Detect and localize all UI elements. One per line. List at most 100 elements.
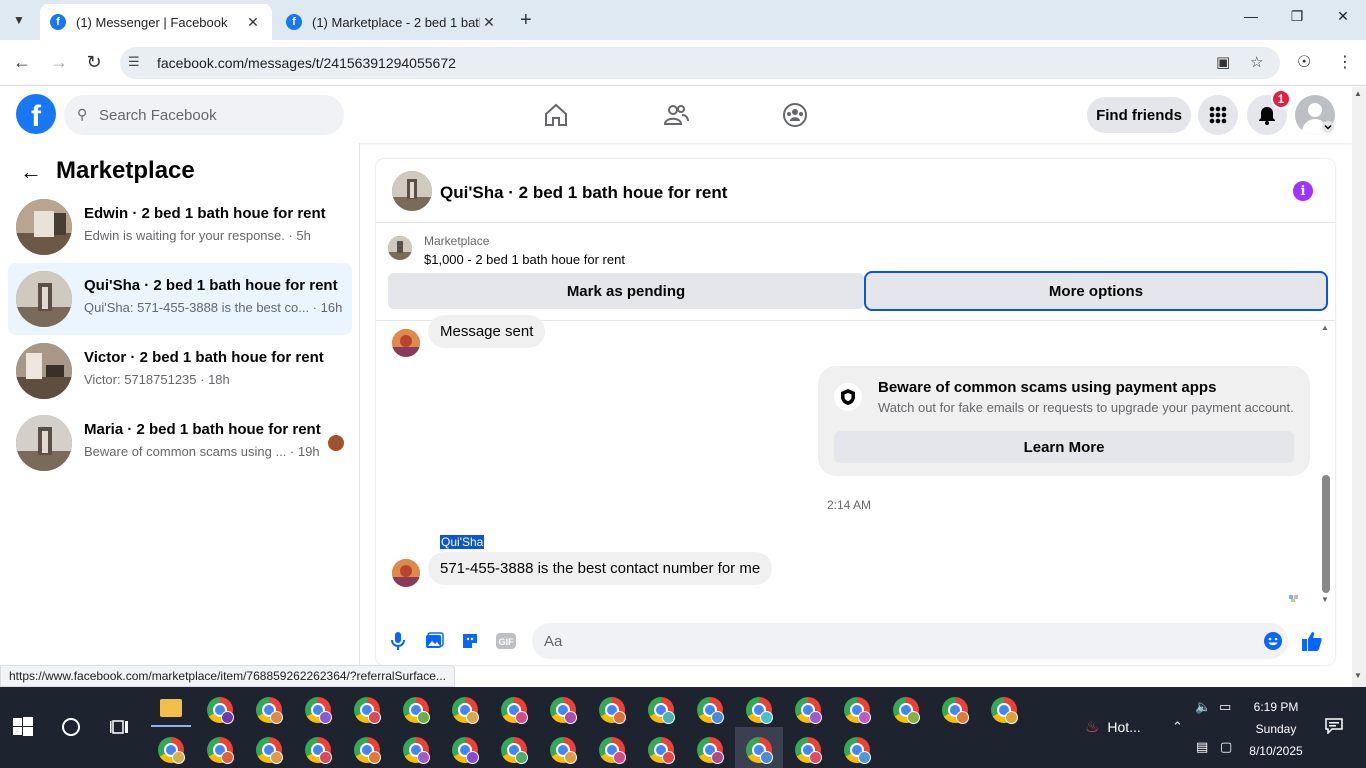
close-tab-icon[interactable]: ✕ xyxy=(244,14,262,31)
chrome-icon[interactable] xyxy=(501,737,528,764)
taskbar-search-icon[interactable] xyxy=(62,718,80,736)
chrome-icon[interactable] xyxy=(795,737,822,764)
chrome-icon[interactable] xyxy=(207,697,234,724)
more-options-button[interactable]: More options xyxy=(864,271,1328,311)
sender-avatar[interactable] xyxy=(392,559,420,587)
facebook-logo-icon[interactable]: f xyxy=(16,94,56,134)
chrome-icon[interactable] xyxy=(158,737,185,764)
conversation-item-selected[interactable]: Qui'Sha · 2 bed 1 bath houe for rent Qui… xyxy=(8,263,352,335)
chrome-icon[interactable] xyxy=(256,737,283,764)
search-input[interactable] xyxy=(99,95,329,135)
chrome-icon[interactable] xyxy=(746,737,773,764)
site-info-icon[interactable]: ☰ xyxy=(128,54,140,70)
listing-small-thumbnail[interactable] xyxy=(388,236,412,260)
tab-messenger[interactable]: f (1) Messenger | Facebook ✕ xyxy=(40,4,272,40)
tab-search-icon[interactable]: ▼ xyxy=(6,7,32,33)
chrome-icon[interactable] xyxy=(354,737,381,764)
chrome-icon[interactable] xyxy=(648,697,675,724)
listing-price[interactable]: $1,000 - 2 bed 1 bath houe for rent xyxy=(424,252,625,267)
groups-icon[interactable] xyxy=(781,101,809,129)
chrome-icon[interactable] xyxy=(844,737,871,764)
new-tab-icon[interactable]: + xyxy=(520,9,532,32)
show-hidden-icons-icon[interactable]: ⌃ xyxy=(1172,719,1183,735)
scroll-up-icon[interactable]: ▲ xyxy=(1321,323,1329,332)
minimize-icon[interactable]: — xyxy=(1236,8,1266,24)
task-view-icon[interactable] xyxy=(110,718,130,741)
chrome-icon[interactable] xyxy=(648,737,675,764)
learn-more-button[interactable]: Learn More xyxy=(834,431,1294,463)
thread-scrollbar[interactable]: ▲ ▼ xyxy=(1320,323,1332,609)
chrome-icon[interactable] xyxy=(697,737,724,764)
chrome-icon[interactable] xyxy=(501,697,528,724)
bookmark-star-icon[interactable]: ☆ xyxy=(1250,53,1263,71)
chrome-icon[interactable] xyxy=(599,697,626,724)
windows-start-icon[interactable] xyxy=(13,717,33,742)
close-window-icon[interactable]: ✕ xyxy=(1328,8,1358,25)
chrome-icon[interactable] xyxy=(844,697,871,724)
close-tab-icon[interactable]: ✕ xyxy=(480,14,498,31)
page-scrollbar[interactable]: ▲ ▼ xyxy=(1352,87,1366,687)
menu-kebab-icon[interactable]: ⋮ xyxy=(1337,52,1353,72)
gif-icon[interactable]: GIF xyxy=(494,629,518,653)
conversation-item[interactable]: Maria · 2 bed 1 bath houe for rent Bewar… xyxy=(8,407,352,479)
chrome-icon[interactable] xyxy=(550,697,577,724)
facebook-search[interactable]: ⚲ xyxy=(64,95,344,135)
sticker-icon[interactable] xyxy=(458,629,482,653)
menu-grid-icon[interactable] xyxy=(1198,95,1238,135)
chrome-icon[interactable] xyxy=(452,737,479,764)
chrome-icon[interactable] xyxy=(697,697,724,724)
emoji-icon[interactable] xyxy=(1261,629,1285,653)
scroll-up-icon[interactable]: ▲ xyxy=(1354,89,1362,98)
battery-icon[interactable]: ▭ xyxy=(1219,699,1231,715)
forward-icon[interactable]: → xyxy=(48,52,70,73)
weather-widget[interactable]: ♨ Hot... xyxy=(1085,717,1141,737)
scroll-down-icon[interactable]: ▼ xyxy=(1321,595,1329,604)
display-icon[interactable]: ▢ xyxy=(1220,739,1232,755)
message-input[interactable] xyxy=(532,623,1288,659)
profile-icon[interactable]: ☉ xyxy=(1297,52,1311,72)
friends-icon[interactable] xyxy=(662,101,690,129)
chrome-icon[interactable] xyxy=(991,697,1018,724)
tab-marketplace[interactable]: f (1) Marketplace - 2 bed 1 bath ✕ xyxy=(276,4,508,40)
url-text[interactable]: facebook.com/messages/t/2415639129405567… xyxy=(157,55,456,71)
info-icon[interactable]: i xyxy=(1293,181,1313,201)
find-friends-button[interactable]: Find friends xyxy=(1087,97,1191,133)
install-app-icon[interactable]: ▣ xyxy=(1216,53,1230,71)
back-arrow-icon[interactable]: ← xyxy=(20,159,42,185)
chrome-icon[interactable] xyxy=(403,737,430,764)
volume-icon[interactable]: 🔈 xyxy=(1195,699,1211,715)
scroll-thumb[interactable] xyxy=(1322,475,1330,593)
file-explorer-icon[interactable] xyxy=(160,699,182,717)
home-icon[interactable] xyxy=(542,101,570,129)
chrome-icon[interactable] xyxy=(403,697,430,724)
mark-as-pending-button[interactable]: Mark as pending xyxy=(388,273,864,309)
chrome-icon[interactable] xyxy=(207,737,234,764)
chrome-icon[interactable] xyxy=(893,697,920,724)
restore-icon[interactable]: ❐ xyxy=(1282,8,1312,25)
photo-icon[interactable] xyxy=(422,629,446,653)
sender-avatar[interactable] xyxy=(392,329,420,357)
chrome-icon[interactable] xyxy=(550,737,577,764)
chat-listing-thumbnail[interactable] xyxy=(392,171,432,211)
microphone-icon[interactable] xyxy=(386,629,410,653)
chrome-icon[interactable] xyxy=(452,697,479,724)
chrome-icon[interactable] xyxy=(795,697,822,724)
reload-icon[interactable]: ↻ xyxy=(83,52,105,73)
network-icon[interactable]: ▤ xyxy=(1196,739,1208,755)
chevron-down-icon[interactable] xyxy=(1322,121,1334,133)
back-icon[interactable]: ← xyxy=(11,52,33,73)
chrome-icon[interactable] xyxy=(305,697,332,724)
chrome-icon[interactable] xyxy=(305,737,332,764)
system-clock[interactable]: 6:19 PM Sunday 8/10/2025 xyxy=(1244,696,1308,762)
chat-title[interactable]: Qui'Sha · 2 bed 1 bath houe for rent xyxy=(440,183,727,203)
conversation-item[interactable]: Edwin · 2 bed 1 bath houe for rent Edwin… xyxy=(8,191,352,263)
scroll-down-icon[interactable]: ▼ xyxy=(1354,671,1362,680)
thumbs-up-icon[interactable] xyxy=(1300,629,1324,653)
chrome-icon[interactable] xyxy=(942,697,969,724)
conversation-item[interactable]: Victor · 2 bed 1 bath houe for rent Vict… xyxy=(8,335,352,407)
chrome-icon[interactable] xyxy=(256,697,283,724)
chrome-icon[interactable] xyxy=(354,697,381,724)
chrome-icon[interactable] xyxy=(746,697,773,724)
address-bar[interactable]: ☰ facebook.com/messages/t/24156391294055… xyxy=(120,47,1280,79)
action-center-icon[interactable] xyxy=(1325,718,1343,739)
